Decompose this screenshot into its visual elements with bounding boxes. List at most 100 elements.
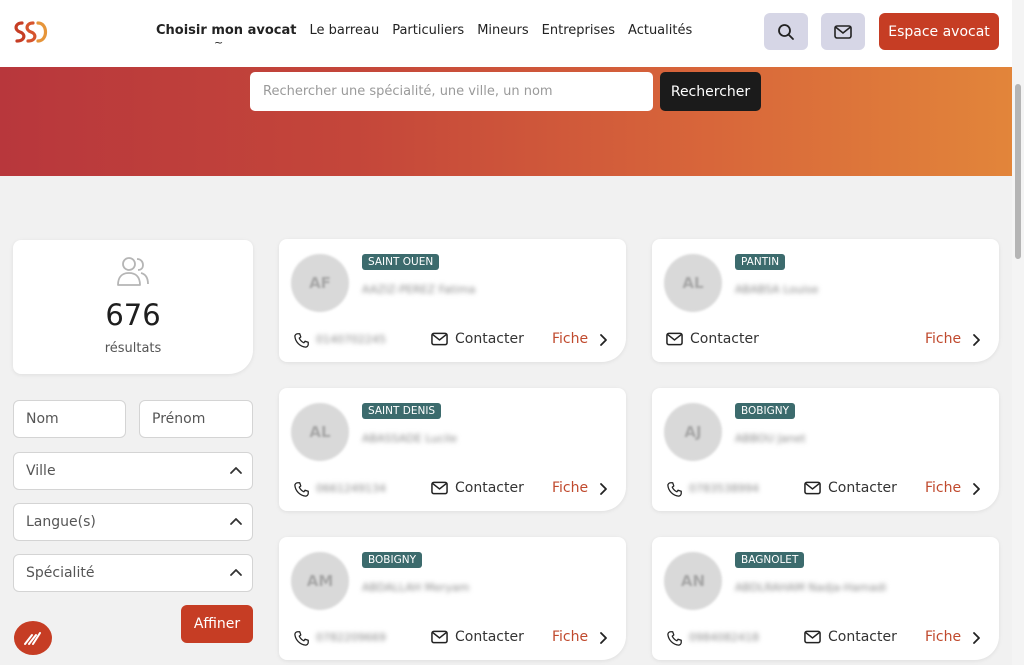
scrollbar-thumb[interactable] (1015, 84, 1021, 259)
chevron-up-icon (230, 518, 242, 525)
rechercher-button[interactable]: Rechercher (660, 72, 761, 111)
contacter-link[interactable]: Contacter (828, 480, 897, 496)
search-icon (778, 23, 794, 40)
mail-icon (431, 332, 448, 346)
city-tag: SAINT DENIS (362, 403, 442, 419)
fiche-link[interactable]: Fiche (925, 480, 961, 496)
fiche-link[interactable]: Fiche (552, 480, 588, 496)
mail-icon (834, 24, 852, 39)
nav-choisir-mon-avocat[interactable]: Choisir mon avocat (156, 23, 296, 38)
lawyer-name[interactable]: ABABSA Louise (735, 283, 818, 296)
espace-avocat-button[interactable]: Espace avocat (879, 13, 999, 50)
chevron-right-icon[interactable] (599, 631, 609, 645)
phone-icon (667, 482, 682, 497)
city-tag: BOBIGNY (735, 403, 795, 419)
city-tag: PANTIN (735, 254, 786, 270)
chevron-right-icon[interactable] (599, 333, 609, 347)
bar-logo-icon[interactable] (12, 18, 50, 46)
card-actions: 0782209669 Contacter Fiche (279, 627, 626, 649)
prenom-input[interactable]: Prénom (139, 400, 253, 438)
phone-number[interactable]: 0984082418 (689, 631, 759, 644)
avatar: AM (291, 552, 349, 610)
phone-icon (294, 482, 309, 497)
mail-icon (804, 481, 821, 495)
lawyer-card: AF SAINT OUEN AAZIZ-PEREZ Fatima 0140702… (279, 239, 626, 362)
chevron-right-icon[interactable] (972, 482, 982, 496)
chevron-up-icon (230, 569, 242, 576)
avatar: AL (291, 403, 349, 461)
main-nav: Choisir mon avocat Le barreau Particulie… (156, 23, 692, 38)
avatar: AL (664, 254, 722, 312)
lawyer-name[interactable]: AAZIZ-PEREZ Fatima (362, 283, 476, 296)
city-tag: BOBIGNY (362, 552, 422, 568)
lawyer-name[interactable]: ABBOU Janet (735, 432, 806, 445)
results-summary: 676 résultats (13, 240, 253, 374)
nom-input[interactable]: Nom (13, 400, 126, 438)
quill-icon (24, 632, 41, 645)
mail-icon (431, 481, 448, 495)
specialite-select[interactable]: Spécialité (13, 554, 253, 592)
nav-mineurs[interactable]: Mineurs (477, 23, 528, 38)
lawyer-name[interactable]: ABASSADE Lucile (362, 432, 457, 445)
nav-particuliers[interactable]: Particuliers (392, 23, 464, 38)
nav-le-barreau[interactable]: Le barreau (309, 23, 379, 38)
chevron-right-icon[interactable] (599, 482, 609, 496)
contacter-link[interactable]: Contacter (455, 480, 524, 496)
phone-number[interactable]: 0140702245 (316, 333, 386, 346)
lawyer-card: AL PANTIN ABABSA Louise Contacter Fiche (652, 239, 999, 362)
floating-action-button[interactable] (14, 621, 52, 655)
card-actions: 0783538994 Contacter Fiche (652, 478, 999, 500)
search-button[interactable] (764, 13, 808, 50)
nav-active-indicator: ~ (214, 36, 224, 49)
fiche-link[interactable]: Fiche (925, 629, 961, 645)
contacter-link[interactable]: Contacter (455, 331, 524, 347)
ville-select[interactable]: Ville (13, 452, 253, 490)
specialite-select-label: Spécialité (26, 565, 95, 581)
mail-icon (431, 630, 448, 644)
nav-actualites[interactable]: Actualités (628, 23, 692, 38)
city-tag: BAGNOLET (735, 552, 805, 568)
contacter-link[interactable]: Contacter (828, 629, 897, 645)
card-actions: 0984082418 Contacter Fiche (652, 627, 999, 649)
mail-icon (804, 630, 821, 644)
users-icon (117, 257, 149, 286)
card-actions: Contacter Fiche (652, 329, 999, 351)
fiche-link[interactable]: Fiche (552, 331, 588, 347)
avatar: AN (664, 552, 722, 610)
chevron-right-icon[interactable] (972, 333, 982, 347)
phone-number[interactable]: 0783538994 (689, 482, 759, 495)
phone-icon (294, 631, 309, 646)
lawyer-card: AL SAINT DENIS ABASSADE Lucile 066124913… (279, 388, 626, 511)
mail-icon (666, 332, 683, 346)
phone-icon (667, 631, 682, 646)
mail-button[interactable] (821, 13, 865, 50)
city-tag: SAINT OUEN (362, 254, 440, 270)
lawyer-card: AM BOBIGNY ABDALLAH Meryam 0782209669 Co… (279, 537, 626, 660)
lawyer-card: AN BAGNOLET ABDLRAHAM Nadja-Hamadi 09840… (652, 537, 999, 660)
chevron-up-icon (230, 467, 242, 474)
results-label: résultats (104, 341, 162, 356)
card-actions: 0140702245 Contacter Fiche (279, 329, 626, 351)
langues-select[interactable]: Langue(s) (13, 503, 253, 541)
search-input[interactable]: Rechercher une spécialité, une ville, un… (250, 72, 653, 111)
card-actions: 0661249134 Contacter Fiche (279, 478, 626, 500)
avatar: AJ (664, 403, 722, 461)
lawyer-name[interactable]: ABDALLAH Meryam (362, 581, 469, 594)
lawyer-card: AJ BOBIGNY ABBOU Janet 0783538994 Contac… (652, 388, 999, 511)
phone-number[interactable]: 0661249134 (316, 482, 386, 495)
fiche-link[interactable]: Fiche (925, 331, 961, 347)
fiche-link[interactable]: Fiche (552, 629, 588, 645)
phone-number[interactable]: 0782209669 (316, 631, 386, 644)
phone-icon (294, 333, 309, 348)
lawyer-name[interactable]: ABDLRAHAM Nadja-Hamadi (735, 581, 886, 594)
contacter-link[interactable]: Contacter (690, 331, 759, 347)
site-header: Choisir mon avocat Le barreau Particulie… (0, 0, 1012, 67)
langues-select-label: Langue(s) (26, 514, 96, 530)
nav-entreprises[interactable]: Entreprises (542, 23, 615, 38)
avatar: AF (291, 254, 349, 312)
results-count: 676 (105, 298, 161, 332)
affiner-button[interactable]: Affiner (181, 605, 253, 643)
chevron-right-icon[interactable] (972, 631, 982, 645)
contacter-link[interactable]: Contacter (455, 629, 524, 645)
ville-select-label: Ville (26, 463, 56, 479)
